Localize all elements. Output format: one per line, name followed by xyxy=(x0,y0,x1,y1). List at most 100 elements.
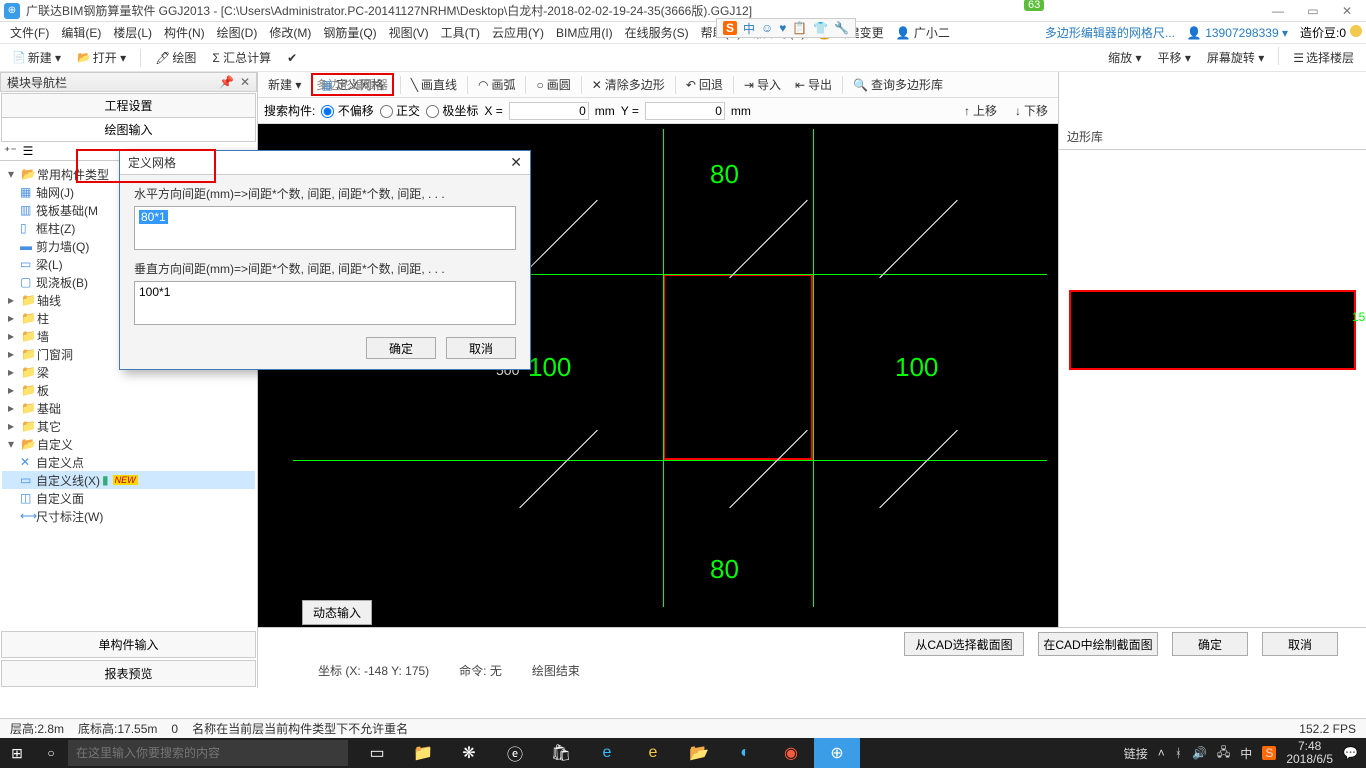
ime-skin[interactable]: 👕 xyxy=(813,21,828,35)
open-button[interactable]: 打开 ▾ xyxy=(71,47,132,68)
dialog-close[interactable]: ✕ xyxy=(510,154,522,171)
vol-icon[interactable]: 🔊 xyxy=(1192,746,1207,760)
raft-foundation[interactable]: 筏板基础(M xyxy=(36,202,98,219)
ime-emoji[interactable]: ☺ xyxy=(761,21,773,35)
f-wall[interactable]: 墙 xyxy=(37,328,49,345)
start-button[interactable]: ⊞ xyxy=(0,745,34,762)
browser-icon[interactable]: ◐ xyxy=(722,738,768,768)
sum-tool[interactable]: Σ 汇总计算 xyxy=(206,47,277,68)
lower-ok[interactable]: 确定 xyxy=(1172,632,1248,656)
folder-open-icon[interactable]: 📂 xyxy=(676,738,722,768)
search-poly-btn[interactable]: 🔍 查询多边形库 xyxy=(849,75,947,94)
f-col[interactable]: 柱 xyxy=(37,310,49,327)
clear-poly-btn[interactable]: ✕ 清除多边形 xyxy=(588,75,669,94)
shear-wall[interactable]: 剪力墙(Q) xyxy=(36,238,89,255)
import-btn[interactable]: ⇥ 导入 xyxy=(740,75,785,94)
draw-cad-section[interactable]: 在CAD中绘制截面图 xyxy=(1038,632,1158,656)
menu-user-btn[interactable]: 👤 广小二 xyxy=(890,24,956,41)
f-door[interactable]: 门窗洞 xyxy=(37,346,73,363)
menu-draw[interactable]: 绘图(D) xyxy=(211,24,264,41)
custom-area[interactable]: 自定义面 xyxy=(36,490,84,507)
draw-tool[interactable]: 🖊 绘图 xyxy=(149,47,202,68)
single-component-btn[interactable]: 单构件输入 xyxy=(1,631,256,658)
edge-icon[interactable]: e xyxy=(584,738,630,768)
menu-modify[interactable]: 修改(M) xyxy=(263,24,317,41)
ime-tool[interactable]: 🔧 xyxy=(834,21,849,35)
tree-expand-icon[interactable]: ⁺⁻ xyxy=(4,144,17,158)
f-other[interactable]: 其它 xyxy=(37,418,61,435)
draw-line-btn[interactable]: ╲ 画直线 xyxy=(407,75,461,94)
v-spacing-input[interactable]: 100*1 xyxy=(134,281,516,325)
move-down-btn[interactable]: ↓ 下移 xyxy=(1011,101,1052,120)
menu-view[interactable]: 视图(V) xyxy=(383,24,435,41)
menu-component[interactable]: 构件(N) xyxy=(158,24,211,41)
f-custom[interactable]: 自定义 xyxy=(37,436,73,453)
new-comp-btn[interactable]: 新建 ▾ xyxy=(264,75,305,94)
draw-arc-btn[interactable]: ◠ 画弧 xyxy=(474,75,520,94)
frame-column[interactable]: 框柱(Z) xyxy=(36,220,75,237)
check-tool[interactable]: ✔ xyxy=(281,49,303,67)
dynamic-input-tab[interactable]: 动态输入 xyxy=(302,600,372,625)
radio-ortho[interactable]: 正交 xyxy=(380,102,420,119)
taskbar-search[interactable] xyxy=(68,740,348,766)
x-input[interactable] xyxy=(509,102,589,120)
f-beam[interactable]: 梁 xyxy=(37,364,49,381)
new-button[interactable]: 新建 ▾ xyxy=(6,47,67,68)
cortana-icon[interactable]: ○ xyxy=(34,746,68,760)
radio-no-offset[interactable]: 不偏移 xyxy=(321,102,373,119)
move-up-btn[interactable]: ↑ 上移 xyxy=(960,101,1001,120)
lower-cancel[interactable]: 取消 xyxy=(1262,632,1338,656)
export-btn[interactable]: ⇤ 导出 xyxy=(791,75,836,94)
minimize-button[interactable]: — xyxy=(1262,4,1294,18)
close-button[interactable]: ✕ xyxy=(1332,4,1362,18)
sogou-tray[interactable]: S xyxy=(1262,746,1276,760)
radio-polar[interactable]: 极坐标 xyxy=(426,102,478,119)
menu-tools[interactable]: 工具(T) xyxy=(435,24,486,41)
menu-cloud[interactable]: 云应用(Y) xyxy=(486,24,550,41)
ggj-app-icon[interactable]: ⊕ xyxy=(814,738,860,768)
dim-mark[interactable]: 尺寸标注(W) xyxy=(36,508,103,525)
swirl-icon[interactable]: ❋ xyxy=(446,738,492,768)
menu-edit[interactable]: 编辑(E) xyxy=(55,24,107,41)
ime-heart[interactable]: ♥ xyxy=(779,21,786,35)
notifications-icon[interactable]: 💬 xyxy=(1343,746,1358,760)
undo-btn[interactable]: ↶ 回退 xyxy=(682,75,727,94)
menu-bim[interactable]: BIM应用(I) xyxy=(550,24,619,41)
menu-online[interactable]: 在线服务(S) xyxy=(619,24,695,41)
custom-point[interactable]: 自定义点 xyxy=(36,454,84,471)
y-input[interactable] xyxy=(645,102,725,120)
net-icon[interactable]: 🖧 xyxy=(1217,743,1230,764)
bluetooth-icon[interactable]: ᚼ xyxy=(1175,746,1182,760)
dialog-ok[interactable]: 确定 xyxy=(366,337,436,359)
tray-link[interactable]: 链接 xyxy=(1124,745,1148,762)
maximize-button[interactable]: ▭ xyxy=(1297,4,1328,18)
project-settings-button[interactable]: 工程设置 xyxy=(1,93,256,118)
menu-file[interactable]: 文件(F) xyxy=(4,24,55,41)
nav-close[interactable]: ✕ xyxy=(240,75,250,89)
zoom-tool[interactable]: 缩放 ▾ xyxy=(1102,47,1147,68)
select-floor[interactable]: ☰ 选择楼层 xyxy=(1287,47,1360,68)
menu-rebar[interactable]: 钢筋量(Q) xyxy=(317,24,382,41)
h-spacing-input[interactable]: 80*1 xyxy=(134,206,516,250)
ime-mode[interactable]: 中 xyxy=(743,20,755,37)
account-id[interactable]: 👤 13907298339 ▾ xyxy=(1187,26,1288,40)
axis-grid[interactable]: 轴网(J) xyxy=(36,184,74,201)
dialog-cancel[interactable]: 取消 xyxy=(446,337,516,359)
report-preview-btn[interactable]: 报表预览 xyxy=(1,660,256,687)
grid-size-link[interactable]: 多边形编辑器的网格尺... xyxy=(1045,24,1175,41)
ime-clip[interactable]: 📋 xyxy=(792,21,807,35)
slab[interactable]: 现浇板(B) xyxy=(36,274,88,291)
draw-input-tab[interactable]: 绘图输入 xyxy=(1,118,256,142)
price-bean[interactable]: 造价豆:0 xyxy=(1300,24,1362,41)
red-app-icon[interactable]: ◉ xyxy=(768,738,814,768)
tree-view-icon[interactable]: ☰ xyxy=(23,144,34,158)
rotate-tool[interactable]: 屏幕旋转 ▾ xyxy=(1201,47,1270,68)
select-cad-section[interactable]: 从CAD选择截面图 xyxy=(904,632,1024,656)
explorer-icon[interactable]: 📁 xyxy=(400,738,446,768)
task-view-icon[interactable]: ▭ xyxy=(354,738,400,768)
clock[interactable]: 7:48 2018/6/5 xyxy=(1286,740,1333,766)
f-axis[interactable]: 轴线 xyxy=(37,292,61,309)
custom-line[interactable]: 自定义线(X) xyxy=(36,472,100,489)
ime-tray[interactable]: 中 xyxy=(1240,745,1252,762)
f-slab[interactable]: 板 xyxy=(37,382,49,399)
